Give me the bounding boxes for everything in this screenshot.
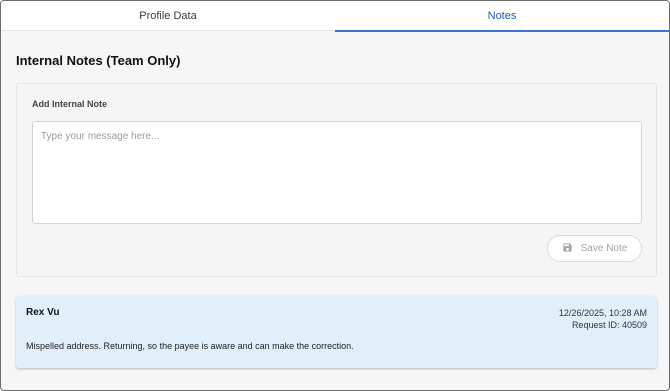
section-title: Internal Notes (Team Only)	[16, 53, 181, 68]
tab-profile-data[interactable]: Profile Data	[1, 1, 335, 31]
note-meta: 12/26/2025, 10:28 AM Request ID: 40509	[559, 307, 647, 331]
save-icon	[562, 242, 573, 256]
tab-notes[interactable]: Notes	[335, 1, 669, 32]
save-note-label: Save Note	[580, 243, 628, 254]
add-note-card: Add Internal Note Save Note	[16, 83, 657, 277]
note-body: Mispelled address. Returning, so the pay…	[26, 341, 354, 351]
note-request-id: Request ID: 40509	[571, 320, 647, 330]
tab-bar: Profile Data Notes	[1, 1, 669, 32]
notes-panel: Profile Data Notes Internal Notes (Team …	[0, 0, 670, 391]
add-note-label: Add Internal Note	[32, 99, 108, 109]
note-card: Rex Vu 12/26/2025, 10:28 AM Request ID: …	[16, 296, 657, 368]
note-author: Rex Vu	[26, 307, 60, 318]
note-timestamp: 12/26/2025, 10:28 AM	[558, 308, 647, 318]
save-note-button[interactable]: Save Note	[547, 235, 642, 262]
note-textarea[interactable]	[32, 121, 642, 224]
